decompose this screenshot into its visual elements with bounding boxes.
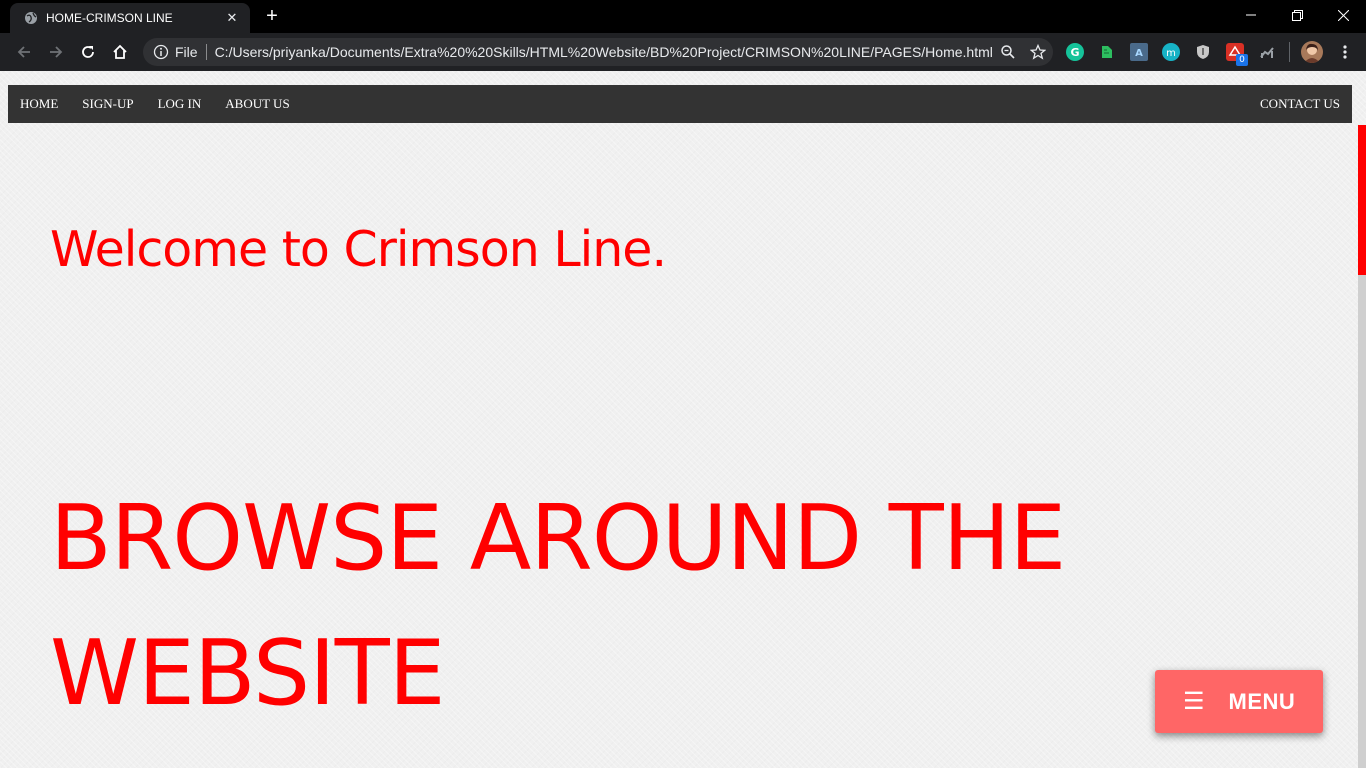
minimize-icon[interactable]: [1228, 0, 1274, 30]
nav-home-link[interactable]: HOME: [8, 85, 70, 123]
hamburger-icon: ☰: [1183, 687, 1205, 715]
info-icon[interactable]: [153, 44, 169, 60]
close-window-icon[interactable]: [1320, 0, 1366, 30]
m-icon[interactable]: m: [1162, 43, 1180, 61]
grammarly-icon[interactable]: G: [1066, 43, 1084, 61]
close-tab-icon[interactable]: ✕: [224, 10, 240, 26]
browse-heading: BROWSE AROUND THE WEBSITE: [50, 486, 1066, 726]
url-text[interactable]: C:/Users/priyanka/Documents/Extra%20%20S…: [215, 44, 993, 60]
welcome-heading: Welcome to Crimson Line.: [50, 221, 667, 278]
toolbar-divider: [1289, 42, 1290, 62]
extension-badge: 0: [1236, 54, 1248, 66]
svg-text:m: m: [1166, 48, 1176, 59]
nav-login-link[interactable]: LOG IN: [146, 85, 214, 123]
forward-icon[interactable]: [44, 40, 68, 64]
browser-toolbar: File C:/Users/priyanka/Documents/Extra%2…: [0, 33, 1366, 71]
star-icon[interactable]: [1023, 38, 1053, 66]
svg-text:A: A: [1135, 48, 1143, 59]
address-bar[interactable]: File C:/Users/priyanka/Documents/Extra%2…: [143, 38, 1053, 66]
home-icon[interactable]: [108, 40, 132, 64]
nav-contact-link[interactable]: CONTACT US: [1248, 85, 1352, 123]
omnibox-divider: [205, 44, 207, 60]
nav-signup-link[interactable]: SIGN-UP: [70, 85, 145, 123]
chart-icon[interactable]: [1258, 43, 1276, 61]
menu-button[interactable]: ☰ MENU: [1155, 670, 1323, 733]
evernote-icon[interactable]: [1098, 43, 1116, 61]
tab-title: HOME-CRIMSON LINE: [46, 11, 173, 25]
shield-icon[interactable]: [1194, 43, 1212, 61]
browser-tab-strip: HOME-CRIMSON LINE ✕ +: [0, 0, 1366, 33]
nav-about-link[interactable]: ABOUT US: [213, 85, 301, 123]
reload-icon[interactable]: [76, 40, 100, 64]
page-viewport: HOME SIGN-UP LOG IN ABOUT US CONTACT US …: [0, 71, 1366, 768]
svg-text:G: G: [1070, 46, 1079, 59]
kebab-menu-icon[interactable]: [1336, 43, 1354, 61]
avatar[interactable]: [1301, 41, 1323, 63]
back-icon[interactable]: [12, 40, 36, 64]
scheme-label: File: [175, 44, 198, 60]
site-navbar: HOME SIGN-UP LOG IN ABOUT US CONTACT US: [8, 85, 1352, 123]
zoom-icon[interactable]: [993, 38, 1023, 66]
restore-icon[interactable]: [1274, 0, 1320, 30]
globe-icon: [23, 11, 38, 26]
menu-button-label: MENU: [1228, 688, 1296, 714]
extension-icon[interactable]: A: [1130, 43, 1148, 61]
new-tab-button[interactable]: +: [260, 5, 284, 29]
scrollbar-thumb[interactable]: [1358, 125, 1366, 275]
browser-tab[interactable]: HOME-CRIMSON LINE ✕: [10, 3, 250, 33]
